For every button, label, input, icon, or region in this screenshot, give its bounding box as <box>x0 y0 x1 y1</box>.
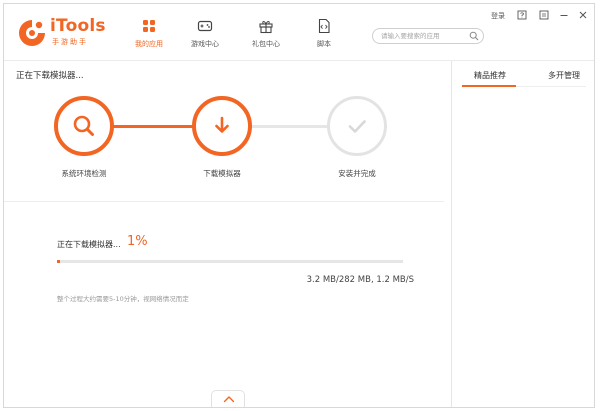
progress-fill <box>57 260 60 263</box>
progress-bar <box>57 260 403 263</box>
download-stats: 3.2 MB/282 MB, 1.2 MB/S <box>306 275 414 285</box>
search-icon <box>73 115 94 136</box>
checkmark-icon <box>348 120 366 133</box>
progress-percent: 1% <box>127 234 148 249</box>
apps-grid-icon <box>143 20 155 32</box>
app-window: iTools 手游助手 我的应用 游戏中心 礼包中心 脚本 请输入要搜索的应用 … <box>3 3 595 408</box>
menu-icon[interactable] <box>539 10 549 20</box>
minimize-icon[interactable] <box>559 10 569 20</box>
side-tab-active-indicator <box>462 85 516 87</box>
step-label-environment-check: 系统环境检测 <box>61 169 107 178</box>
gift-icon <box>259 21 273 34</box>
tab-game-center[interactable]: 游戏中心 <box>182 12 228 54</box>
download-status-title: 正在下载模拟器... <box>16 71 84 81</box>
side-tab-featured[interactable]: 精品推荐 <box>474 70 506 81</box>
step-circle <box>54 96 114 156</box>
tab-scripts[interactable]: 脚本 <box>301 12 347 54</box>
tab-gift-center[interactable]: 礼包中心 <box>243 12 289 54</box>
search-icon[interactable] <box>469 31 479 41</box>
step-connector-pending <box>250 125 328 128</box>
step-connector-done <box>112 125 194 128</box>
logo-name: iTools <box>50 16 106 36</box>
login-link[interactable]: 登录 <box>491 11 505 21</box>
download-arrow-icon <box>215 116 229 133</box>
script-file-icon <box>318 18 330 34</box>
step-circle <box>327 96 387 156</box>
search-box[interactable] <box>372 28 484 44</box>
download-note: 整个过程大约需要5-10分钟，视网络情况而定 <box>57 295 189 303</box>
search-input[interactable] <box>381 30 469 42</box>
collapse-toggle-button[interactable] <box>211 390 245 407</box>
section-divider <box>4 201 444 202</box>
progress-label: 正在下载模拟器... <box>57 240 121 249</box>
step-download-emulator <box>192 96 252 156</box>
chevron-up-icon <box>223 396 235 403</box>
side-tab-multi-instance[interactable]: 多开管理 <box>548 70 580 81</box>
tab-my-apps[interactable]: 我的应用 <box>126 12 172 54</box>
step-label-download-emulator: 下载模拟器 <box>203 169 241 178</box>
feedback-icon[interactable] <box>517 10 527 20</box>
top-header: iTools 手游助手 我的应用 游戏中心 礼包中心 脚本 请输入要搜索的应用 … <box>4 4 594 61</box>
gamepad-icon <box>197 20 213 32</box>
close-icon[interactable] <box>578 10 588 20</box>
tab-label: 我的应用 <box>135 40 163 48</box>
tab-label: 脚本 <box>317 40 331 48</box>
tab-label: 游戏中心 <box>191 40 219 48</box>
itools-logo-icon <box>19 20 45 46</box>
step-install-complete <box>327 96 387 156</box>
app-logo: iTools 手游助手 <box>16 15 126 51</box>
download-panel: 正在下载模拟器... 系统环境检测 下载模拟器 安装并完成 正在下载模拟器...… <box>4 61 446 407</box>
side-panel: 精品推荐 多开管理 <box>451 61 594 407</box>
tab-label: 礼包中心 <box>252 40 280 48</box>
logo-subtitle: 手游助手 <box>52 38 88 46</box>
step-circle <box>192 96 252 156</box>
step-label-install-complete: 安装并完成 <box>338 169 376 178</box>
step-environment-check <box>54 96 114 156</box>
